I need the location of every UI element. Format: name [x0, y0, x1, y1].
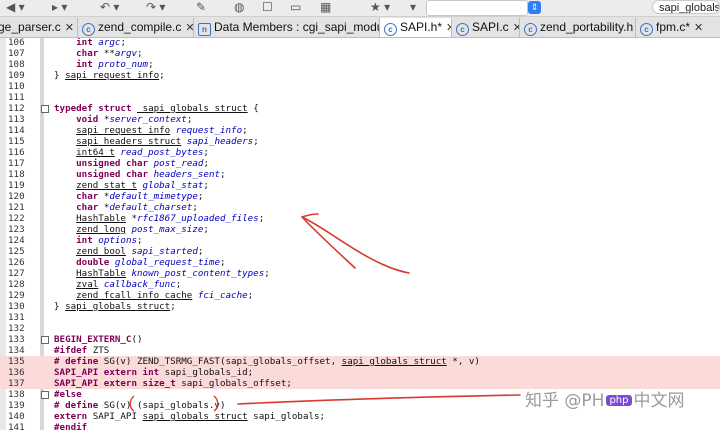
- annotation-bracket: [129, 395, 219, 412]
- php-logo: php: [606, 395, 632, 406]
- annotation-layer: [129, 213, 521, 412]
- watermark-text-cn: 中文网: [633, 391, 685, 411]
- watermark-text: 知乎 @PH: [525, 391, 605, 411]
- watermark: 知乎 @PH php 中文网: [525, 386, 685, 412]
- annotation-arrow: [301, 213, 410, 274]
- annotation-underline: [237, 394, 521, 405]
